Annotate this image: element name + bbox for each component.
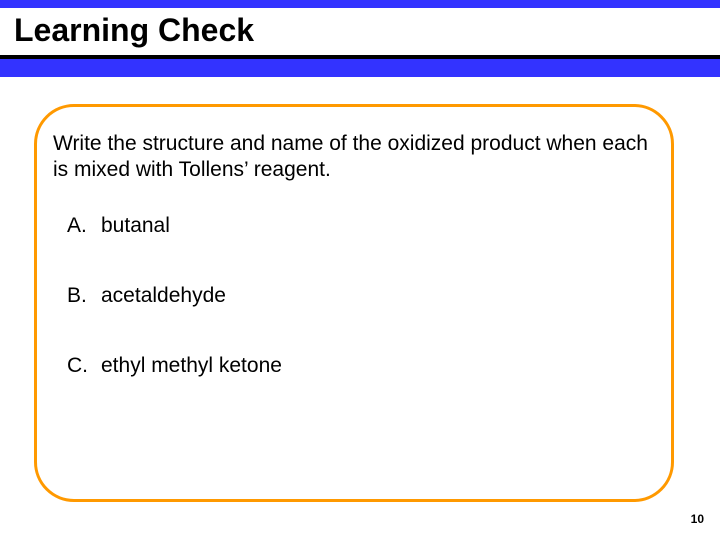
list-item: C. ethyl methyl ketone (67, 354, 667, 378)
item-text: butanal (101, 214, 170, 238)
slide: Learning Check Write the structure and n… (0, 0, 720, 540)
page-number: 10 (691, 512, 704, 526)
content-box: Write the structure and name of the oxid… (34, 104, 674, 502)
title-underline (0, 55, 720, 59)
title-band: Learning Check (0, 0, 720, 77)
item-text: acetaldehyde (101, 284, 226, 308)
item-letter: C. (67, 354, 101, 378)
prompt-text: Write the structure and name of the oxid… (53, 131, 667, 184)
slide-title: Learning Check (0, 8, 720, 55)
item-letter: B. (67, 284, 101, 308)
item-text: ethyl methyl ketone (101, 354, 282, 378)
item-letter: A. (67, 214, 101, 238)
list-item: B. acetaldehyde (67, 284, 667, 308)
list-item: A. butanal (67, 214, 667, 238)
